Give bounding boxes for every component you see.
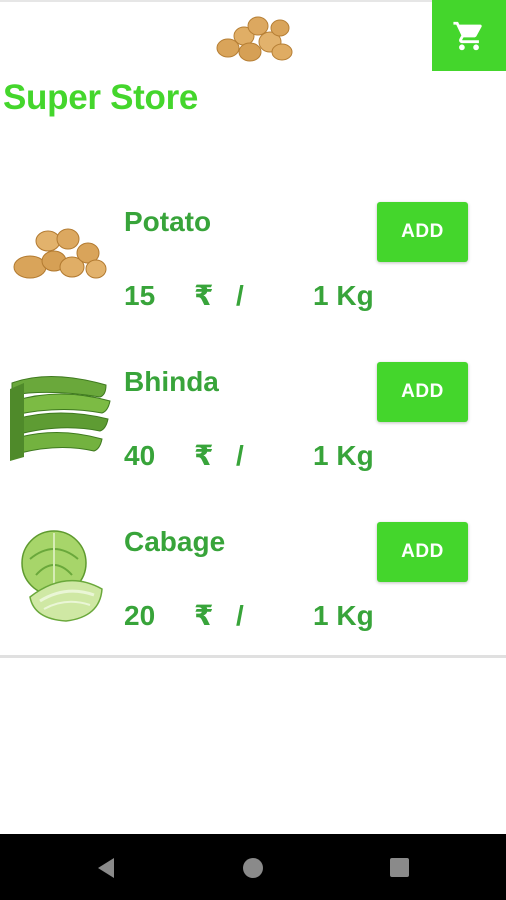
cabbage-image <box>21 530 103 622</box>
product-unit: 1 Kg <box>313 440 374 471</box>
product-unit: 1 Kg <box>313 280 374 311</box>
product-card-cabage: Cabage 20 ₹ / 1 Kg ADD <box>0 522 506 685</box>
add-button-cabage[interactable]: ADD <box>377 522 468 582</box>
currency-symbol: ₹ <box>194 600 214 631</box>
recents-square-icon[interactable] <box>390 858 409 877</box>
price-separator: / <box>236 440 244 471</box>
price-separator: / <box>236 600 244 631</box>
currency-symbol: ₹ <box>194 440 214 471</box>
product-unit: 1 Kg <box>313 600 374 631</box>
potato-image <box>13 228 107 279</box>
add-button-bhinda[interactable]: ADD <box>377 362 468 422</box>
shopping-cart-icon <box>453 21 482 50</box>
product-card-bhinda: Bhinda 40 ₹ / 1 Kg ADD <box>0 361 506 525</box>
home-circle-icon[interactable] <box>243 858 263 878</box>
product-price: 20 <box>124 600 156 631</box>
product-name: Bhinda <box>124 366 219 397</box>
price-separator: / <box>236 280 244 311</box>
status-bar-edge <box>0 0 506 2</box>
currency-symbol: ₹ <box>194 280 214 311</box>
product-name: Potato <box>124 206 212 237</box>
potatoes-logo-icon <box>216 16 293 62</box>
back-triangle-icon[interactable] <box>96 857 116 879</box>
product-card-potato: Potato 15 ₹ / 1 Kg ADD <box>0 202 506 365</box>
product-name: Cabage <box>124 526 226 557</box>
product-price: 15 <box>124 280 156 311</box>
product-price: 40 <box>124 440 156 471</box>
system-navigation-bar <box>0 834 506 900</box>
okra-image <box>10 361 114 471</box>
page-title: Super Store <box>3 78 199 117</box>
cart-button[interactable] <box>432 0 506 71</box>
add-button-potato[interactable]: ADD <box>377 202 468 262</box>
list-divider <box>0 655 506 658</box>
